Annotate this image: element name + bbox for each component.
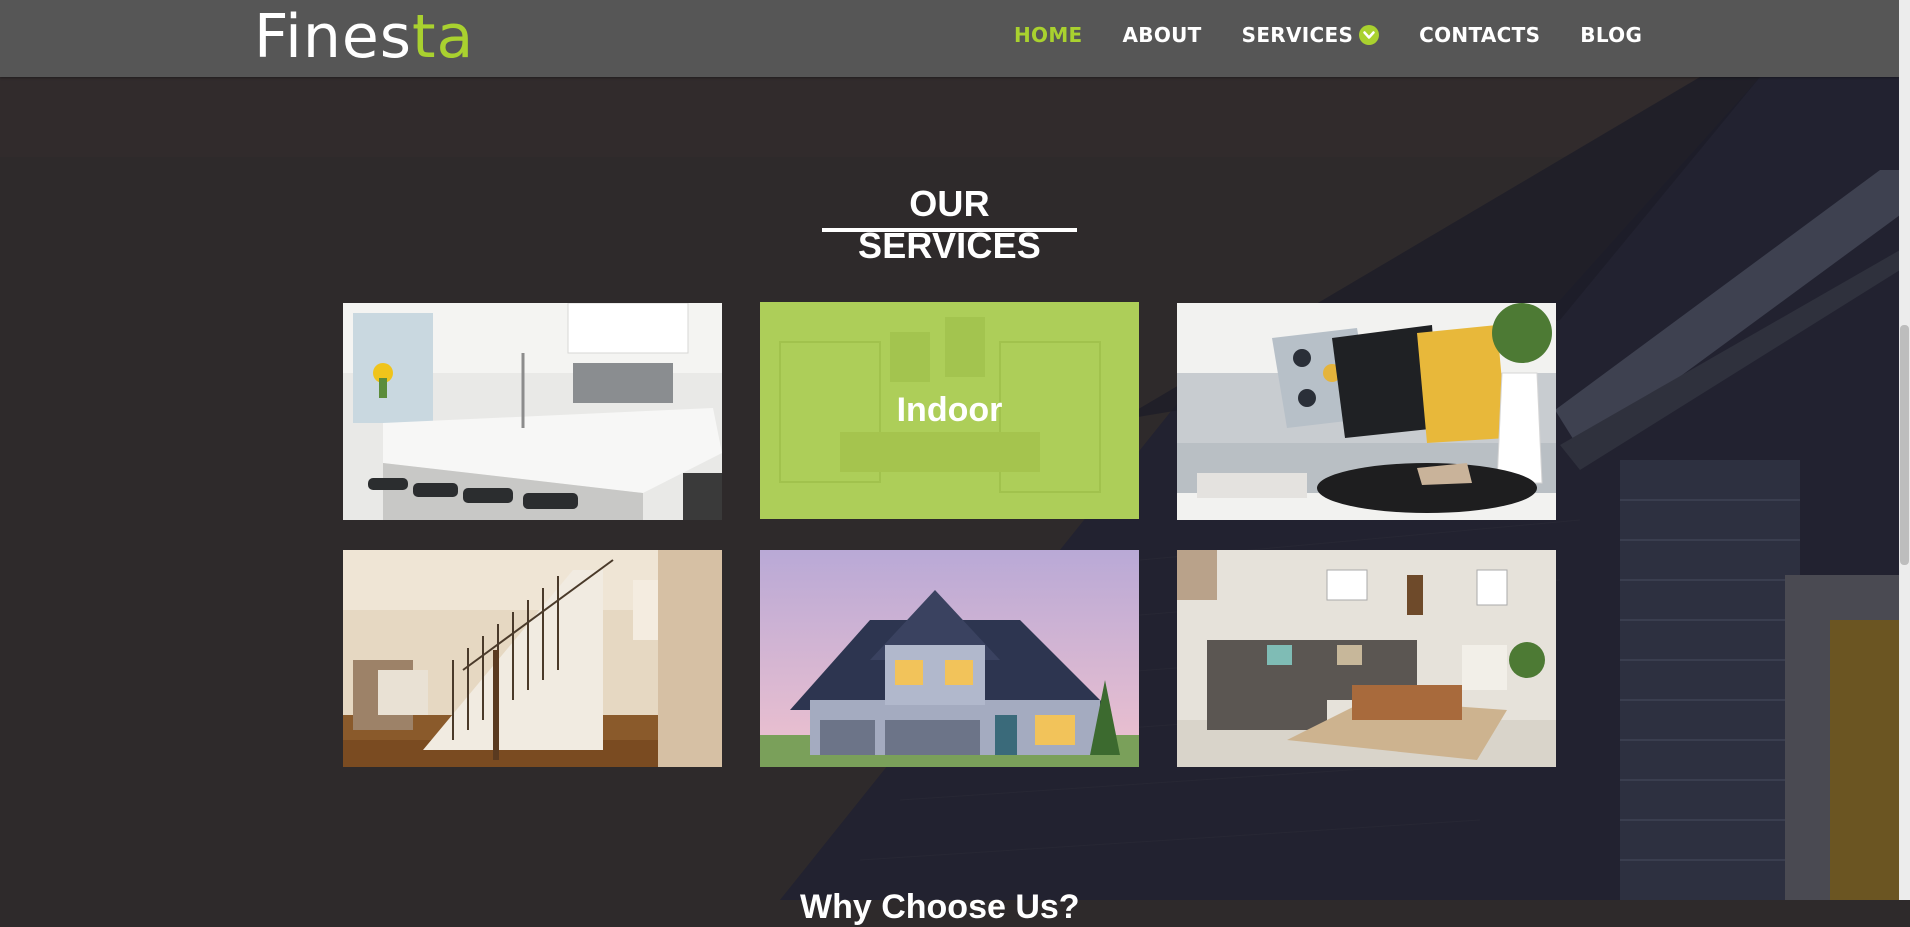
service-card-sofa[interactable]: [1177, 550, 1556, 767]
nav-item-blog[interactable]: BLOG: [1580, 22, 1642, 48]
next-section-title: Why Choose Us?: [800, 888, 1080, 926]
nav-item-label: BLOG: [1580, 23, 1643, 47]
section-title: OUR SERVICES: [857, 183, 1041, 266]
nav-item-about[interactable]: ABOUT: [1123, 22, 1202, 48]
card-label: Indoor: [896, 391, 1003, 429]
site-header: Finesta HOME ABOUT SERVICES CONTACTS BLO…: [0, 0, 1899, 77]
logo-text-main: Fines: [254, 2, 413, 72]
living-room-sofa-image: [1177, 550, 1556, 767]
living-room-image: [1177, 303, 1556, 520]
nav-item-home[interactable]: HOME: [1014, 22, 1083, 48]
chevron-down-icon[interactable]: [1359, 25, 1380, 45]
kitchen-image: [343, 303, 722, 520]
service-card-indoor[interactable]: Indoor: [760, 302, 1139, 519]
service-card-house[interactable]: [760, 550, 1139, 767]
house-exterior-image: [760, 550, 1139, 767]
nav-item-label: SERVICES: [1241, 23, 1354, 47]
nav-item-services[interactable]: SERVICES: [1242, 22, 1380, 48]
nav-item-contacts[interactable]: CONTACTS: [1419, 22, 1540, 48]
logo-text-accent: ta: [412, 2, 475, 72]
card-hover-overlay: Indoor: [760, 302, 1139, 519]
staircase-image: [343, 550, 722, 767]
service-card-living[interactable]: [1177, 303, 1556, 520]
service-card-staircase[interactable]: [343, 550, 722, 767]
nav-item-label: ABOUT: [1122, 23, 1202, 47]
main-nav: HOME ABOUT SERVICES CONTACTS BLOG: [1014, 22, 1682, 48]
logo[interactable]: Finesta: [254, 2, 474, 72]
page-scrollbar[interactable]: [1899, 0, 1910, 900]
nav-item-label: CONTACTS: [1419, 23, 1541, 47]
scrollbar-thumb[interactable]: [1900, 325, 1909, 565]
service-card-kitchen[interactable]: [343, 303, 722, 520]
title-underline: [822, 228, 1077, 232]
nav-item-label: HOME: [1014, 23, 1083, 47]
